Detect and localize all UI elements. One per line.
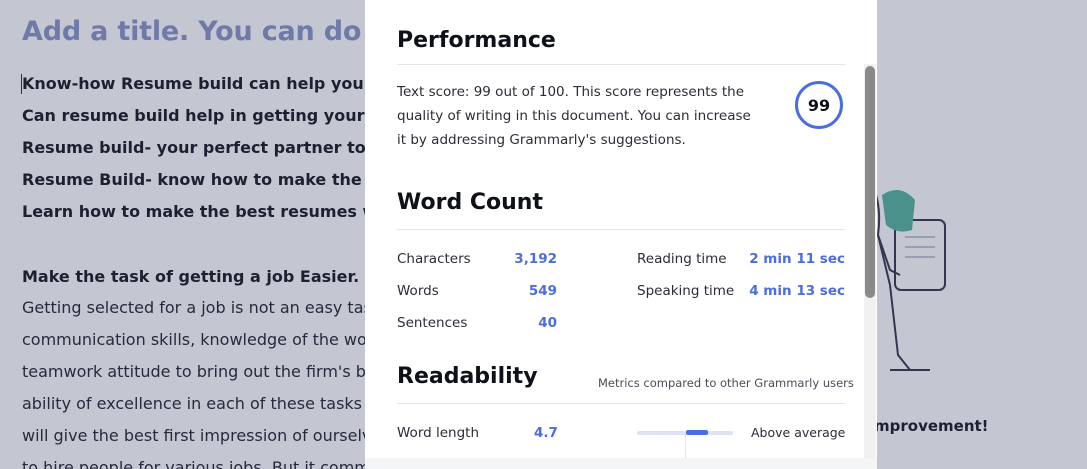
stat-label-characters: Characters: [397, 251, 471, 267]
performance-title: Performance: [397, 28, 556, 53]
stat-label-words: Words: [397, 283, 439, 299]
metric-label-word-length: Word length: [397, 425, 480, 441]
score-ring: 99: [795, 81, 843, 129]
metric-bar-fill: [686, 430, 708, 435]
stat-value-reading-time: 2 min 11 sec: [749, 251, 845, 267]
performance-description: Text score: 99 out of 100. This score re…: [397, 84, 751, 148]
stat-label-reading-time: Reading time: [637, 251, 727, 267]
scrollbar-thumb[interactable]: [865, 66, 875, 298]
divider: [397, 229, 845, 230]
readability-note: Metrics compared to other Grammarly user…: [598, 376, 854, 390]
stat-value-speaking-time: 4 min 13 sec: [749, 283, 845, 299]
divider: [397, 64, 845, 65]
readability-title: Readability: [397, 364, 538, 389]
metric-bar-marker: [685, 435, 686, 459]
word-count-title: Word Count: [397, 190, 543, 215]
stat-value-sentences: 40: [538, 315, 557, 331]
stat-value-words: 549: [528, 283, 557, 299]
metric-rating: Above average: [751, 425, 846, 440]
stat-label-sentences: Sentences: [397, 315, 468, 331]
statistics-modal: Performance Text score: 99 out of 100. T…: [365, 0, 877, 469]
score-value: 99: [807, 95, 831, 115]
divider: [397, 403, 845, 404]
metric-value-word-length: 4.7: [534, 425, 558, 441]
modal-footer: [365, 458, 877, 469]
stat-label-speaking-time: Speaking time: [637, 283, 735, 299]
stat-value-characters: 3,192: [514, 251, 557, 267]
